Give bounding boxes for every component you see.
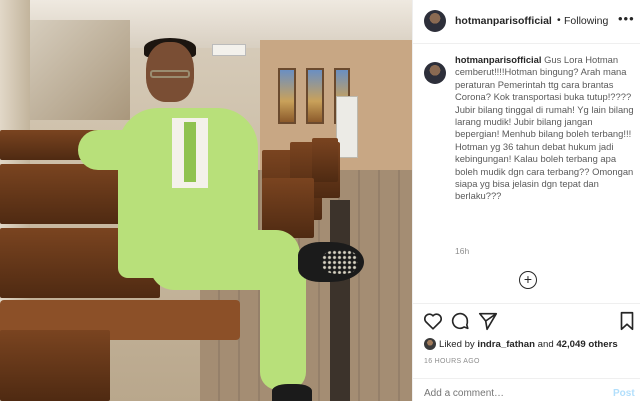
divider — [413, 303, 640, 304]
post-caption: hotmanparisofficial Gus Lora Hotman cemb… — [455, 54, 635, 203]
divider — [413, 378, 640, 379]
comment-bubble-icon[interactable] — [449, 310, 471, 332]
photo-pew-end — [0, 330, 110, 401]
photo-shoe — [272, 384, 312, 401]
caption-username[interactable]: hotmanparisofficial — [455, 54, 541, 65]
avatar[interactable] — [424, 10, 446, 32]
post-timestamp[interactable]: 16 HOURS AGO — [424, 358, 480, 365]
bookmark-icon[interactable] — [616, 310, 638, 332]
more-dots-icon[interactable]: ••• — [618, 11, 635, 26]
paper-plane-icon[interactable] — [477, 310, 499, 332]
separator-dot: • — [557, 14, 561, 26]
post-header: hotmanparisofficial • Following ••• — [413, 0, 640, 44]
liker-avatar[interactable] — [424, 338, 436, 350]
likes-count[interactable]: 42,049 others — [556, 339, 617, 350]
photo-stained-window — [278, 68, 296, 124]
photo-pew — [312, 138, 338, 182]
following-button[interactable]: Following — [564, 15, 608, 27]
photo-wall-ac — [212, 44, 246, 56]
plus-circle-icon[interactable]: + — [519, 271, 537, 289]
photo-stained-window — [306, 68, 324, 124]
photo-suit-arm — [78, 130, 148, 170]
heart-icon[interactable] — [422, 310, 444, 332]
post-photo[interactable] — [0, 0, 412, 401]
photo-shoe-studs — [322, 250, 358, 274]
comment-input[interactable] — [424, 388, 594, 399]
liked-by-and: and — [534, 339, 557, 350]
caption-avatar[interactable] — [424, 62, 446, 84]
photo-tie — [184, 122, 196, 182]
photo-stairs — [30, 20, 130, 120]
action-bar — [413, 310, 640, 334]
photo-pew — [262, 178, 314, 238]
liked-by-prefix: Liked by — [439, 339, 478, 350]
photo-glasses — [150, 70, 190, 78]
post-comment-button[interactable]: Post — [613, 388, 635, 399]
photo-floor-strip — [330, 200, 350, 401]
caption-text: Gus Lora Hotman cemberut!!!!Hotman bingu… — [455, 54, 634, 202]
likes-summary: Liked by indra_fathan and 42,049 others — [439, 339, 618, 350]
caption-timestamp[interactable]: 16h — [455, 246, 469, 256]
header-username[interactable]: hotmanparisofficial — [455, 15, 552, 27]
liked-by-user[interactable]: indra_fathan — [477, 339, 535, 350]
post-side-panel: hotmanparisofficial • Following ••• hotm… — [412, 0, 640, 401]
